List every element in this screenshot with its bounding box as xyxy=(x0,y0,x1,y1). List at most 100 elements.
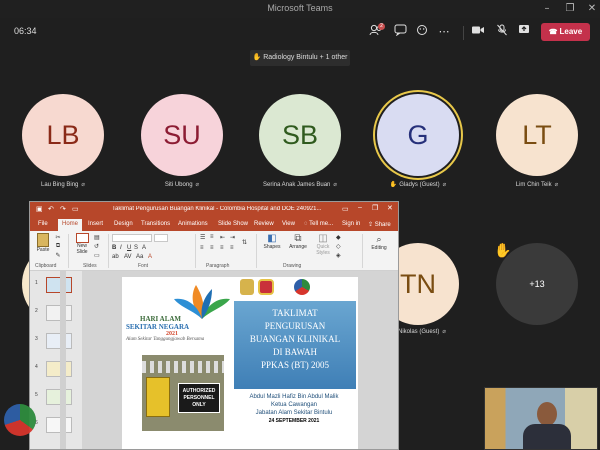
avatar-lt[interactable]: LT xyxy=(496,94,578,176)
sign-in-link[interactable]: Sign in xyxy=(342,221,360,227)
presenter-role: Ketua Cawangan xyxy=(270,402,318,408)
more-participants-tile[interactable]: +13 xyxy=(496,243,578,325)
avatar-initials: SU xyxy=(163,120,201,150)
participant-name: Lim Chin Teik ⌀ xyxy=(515,182,559,188)
vertical-scrollbar[interactable] xyxy=(60,271,66,449)
shadow-icon[interactable]: ab xyxy=(112,254,119,260)
avatar-initials: TN xyxy=(400,269,436,299)
current-slide[interactable]: HARI ALAM SEKITAR NEGARA 2021 Alam Sekit… xyxy=(122,277,358,449)
tab-slide-show[interactable]: Slide Show xyxy=(218,221,248,227)
avatar-initials: LB xyxy=(46,120,80,150)
minimize-icon[interactable]: – xyxy=(358,204,362,211)
avatar-lb[interactable]: LB xyxy=(22,94,104,176)
quick-styles-button[interactable]: ◫ Quick Styles xyxy=(312,233,334,256)
camera-icon[interactable] xyxy=(470,24,486,40)
restore-icon[interactable]: ❐ xyxy=(372,204,378,212)
font-size-select[interactable] xyxy=(154,234,168,242)
yellow-bin xyxy=(146,377,170,417)
tab-animations[interactable]: Animations xyxy=(178,221,208,227)
title-line: PENGURUSAN xyxy=(264,321,326,331)
leave-button[interactable]: ☎ Leave xyxy=(541,23,590,41)
close-icon[interactable]: ✕ xyxy=(585,2,599,16)
raised-hand-icon: ✋ xyxy=(252,54,262,61)
format-painter-icon[interactable]: ✎ xyxy=(53,252,63,259)
ribbon-divider xyxy=(195,234,196,268)
italic-icon[interactable]: I xyxy=(120,245,122,251)
text-direction-icon[interactable]: ⇅ xyxy=(242,239,247,246)
tab-file[interactable]: File xyxy=(38,221,48,227)
slide-thumbnail[interactable] xyxy=(46,277,72,293)
mic-muted-icon[interactable] xyxy=(494,24,510,40)
slide-thumbnail[interactable] xyxy=(46,333,72,349)
avatar-su[interactable]: SU xyxy=(141,94,223,176)
align-left-icon[interactable]: ≡ xyxy=(200,245,204,251)
section-icon[interactable]: ▭ xyxy=(94,252,100,259)
align-center-icon[interactable]: ≡ xyxy=(210,245,214,251)
redo-icon[interactable]: ↷ xyxy=(60,205,66,213)
change-case-icon[interactable]: Aa xyxy=(136,254,143,260)
highlight-icon[interactable]: A xyxy=(148,254,152,260)
slide-thumbnail[interactable] xyxy=(46,305,72,321)
mic-muted-icon: ⌀ xyxy=(333,182,337,188)
shape-fill-icon[interactable]: ◆ xyxy=(336,234,341,241)
increase-indent-icon[interactable]: ⇥ xyxy=(230,234,235,241)
tab-design[interactable]: Design xyxy=(114,221,133,227)
close-icon[interactable]: ✕ xyxy=(387,204,393,212)
tab-insert[interactable]: Insert xyxy=(88,221,103,227)
share-button[interactable]: ⇪ Share xyxy=(368,221,391,228)
new-slide-icon xyxy=(75,233,89,243)
bullets-icon[interactable]: ☰ xyxy=(200,234,205,241)
restore-icon[interactable]: ❐ xyxy=(563,2,577,16)
decrease-indent-icon[interactable]: ⇤ xyxy=(220,234,225,241)
raised-hand-banner: ✋ Radiology Bintulu + 1 other xyxy=(250,50,350,66)
editing-button[interactable]: ⌕ Editing xyxy=(366,234,392,251)
chat-icon[interactable] xyxy=(392,24,408,40)
ribbon-divider xyxy=(256,234,257,268)
minimize-icon[interactable]: – xyxy=(540,2,554,16)
tab-transitions[interactable]: Transitions xyxy=(141,221,170,227)
mic-muted-icon: ⌀ xyxy=(81,182,85,188)
shape-effects-icon[interactable]: ◈ xyxy=(336,252,341,259)
justify-icon[interactable]: ≡ xyxy=(230,245,234,251)
tab-home[interactable]: Home xyxy=(58,219,83,231)
slide-thumbnail[interactable] xyxy=(46,417,72,433)
bold-icon[interactable]: B xyxy=(112,245,116,251)
font-name-select[interactable] xyxy=(112,234,152,242)
char-spacing-icon[interactable]: AV xyxy=(124,254,132,260)
layout-icon[interactable]: ▤ xyxy=(94,234,100,241)
paste-button[interactable]: Paste xyxy=(34,233,52,253)
save-icon[interactable]: ▣ xyxy=(36,205,43,213)
tell-me-search[interactable]: ◌ Tell me... xyxy=(304,221,333,227)
align-right-icon[interactable]: ≡ xyxy=(220,245,224,251)
font-color-icon[interactable]: A xyxy=(142,245,146,251)
share-screen-icon[interactable] xyxy=(516,24,532,40)
shapes-button[interactable]: ◧ Shapes xyxy=(260,233,284,250)
slide-thumbnail[interactable] xyxy=(46,361,72,377)
copy-icon[interactable]: ⧉ xyxy=(53,243,63,250)
reset-icon[interactable]: ↺ xyxy=(94,243,99,250)
reactions-icon[interactable] xyxy=(414,24,430,40)
presenter-dept: Jabatan Alam Sekitar Bintulu xyxy=(255,410,333,416)
undo-icon[interactable]: ↶ xyxy=(48,205,54,213)
tab-review[interactable]: Review xyxy=(254,221,274,227)
ppt-title-bar: ▣ ↶ ↷ ▭ Taklimat Pengurusan Buangan Klin… xyxy=(30,202,398,218)
arrange-button[interactable]: ⧉ Arrange xyxy=(286,233,310,250)
waste-bin-photo: AUTHORIZED PERSONNEL ONLY xyxy=(142,355,224,431)
numbering-icon[interactable]: ≡ xyxy=(210,234,214,240)
strikethrough-icon[interactable]: S xyxy=(134,245,138,251)
underline-icon[interactable]: U xyxy=(127,245,131,251)
more-options-icon[interactable]: ⋯ xyxy=(436,24,452,40)
cut-icon[interactable]: ✂ xyxy=(53,234,63,241)
new-slide-button[interactable]: New Slide xyxy=(71,233,93,255)
slide-thumbnail[interactable] xyxy=(46,389,72,405)
toolbar-divider xyxy=(463,26,464,40)
avatar-g[interactable]: G xyxy=(377,94,459,176)
thumb-number: 2 xyxy=(35,308,38,314)
present-icon[interactable]: ▭ xyxy=(72,205,79,213)
tab-view[interactable]: View xyxy=(282,221,295,227)
self-video-tile[interactable] xyxy=(484,387,598,450)
ribbon-options-icon[interactable]: ▭ xyxy=(342,205,349,213)
shape-outline-icon[interactable]: ◇ xyxy=(336,243,341,250)
avatar-sb[interactable]: SB xyxy=(259,94,341,176)
thumb-number: 4 xyxy=(35,364,38,370)
